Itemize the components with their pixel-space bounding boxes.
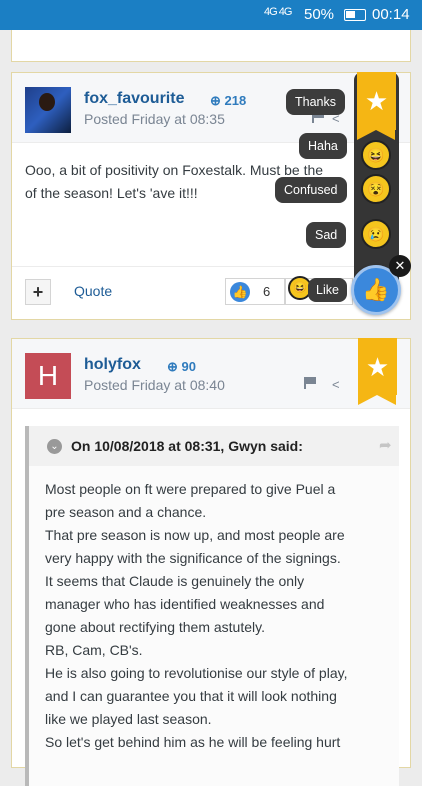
post-holyfox: H holyfox ⊕ 90 Posted Friday at 08:40 < … [11, 338, 411, 786]
quote-text: Most people on ft were prepared to give … [45, 478, 385, 754]
quote-line: like we played last season. [45, 711, 212, 727]
avatar[interactable] [25, 87, 71, 133]
post-header: fox_favourite ⊕ 218 Posted Friday at 08:… [12, 73, 410, 143]
quote-line: RB, Cam, CB's. [45, 642, 143, 658]
username-link[interactable]: fox_favourite [84, 90, 184, 108]
like-reaction-button[interactable]: 😆 Like [285, 276, 353, 305]
plus-circle-icon: ⊕ [210, 93, 225, 108]
quote-attribution: On 10/08/2018 at 08:31, Gwyn said: [71, 438, 303, 454]
quote-line: He is also going to revolutionise our st… [45, 665, 348, 681]
quote-block: ⌄ On 10/08/2018 at 08:31, Gwyn said: ➦ M… [25, 426, 399, 786]
clock: 00:14 [372, 6, 410, 23]
reputation-count: 218 [224, 93, 247, 108]
multiquote-plus-button[interactable]: + [25, 279, 51, 305]
battery-percent: 50% [304, 6, 335, 23]
reaction-count-box[interactable]: 👍 6 [225, 278, 285, 305]
battery-icon [344, 9, 366, 21]
post-timestamp[interactable]: Posted Friday at 08:35 [84, 111, 225, 127]
post-header: H holyfox ⊕ 90 Posted Friday at 08:40 < [12, 339, 410, 409]
thanks-reaction-ribbon[interactable]: ★ [358, 338, 397, 405]
report-flag-icon[interactable] [304, 377, 316, 389]
laughing-emoji-icon[interactable]: 😆 [361, 140, 391, 170]
quote-line: pre season and a chance. [45, 504, 207, 520]
like-thumb-icon: 👍 [230, 282, 250, 302]
share-icon[interactable]: < [332, 377, 340, 392]
quote-line: and I can guarantee you that it will loo… [45, 688, 337, 704]
like-tooltip: Like [308, 278, 347, 302]
signal-indicator: 4G 4G [264, 6, 292, 18]
plus-circle-icon: ⊕ [167, 359, 182, 374]
previous-post-footer [11, 30, 411, 62]
reaction-tooltip-haha: Haha [299, 133, 347, 159]
status-bar: 4G 4G 50% 00:14 [0, 0, 422, 30]
reputation-badge: ⊕ 90 [167, 359, 196, 375]
reaction-tooltip-sad: Sad [306, 222, 347, 248]
chevron-down-icon[interactable]: ⌄ [47, 439, 62, 454]
post-timestamp[interactable]: Posted Friday at 08:40 [84, 377, 225, 393]
quote-line: Most people on ft were prepared to give … [45, 481, 336, 497]
reaction-tooltip-thanks: Thanks [286, 89, 345, 115]
thanks-reaction-ribbon[interactable]: ★ [357, 72, 396, 140]
sad-emoji-icon[interactable]: 😢 [361, 219, 391, 249]
reputation-badge: ⊕ 218 [210, 93, 246, 109]
username-link[interactable]: holyfox [84, 356, 141, 374]
quote-line: very happy with the significance of the … [45, 550, 341, 566]
reaction-tooltip-confused: Confused [275, 177, 347, 203]
quote-line: manager who has identified weaknesses an… [45, 596, 325, 612]
quote-button[interactable]: Quote [74, 283, 112, 299]
avatar[interactable]: H [25, 353, 71, 399]
quote-line: So let's get behind him as he will be fe… [45, 734, 341, 750]
confused-emoji-icon[interactable]: 😵 [361, 174, 391, 204]
close-icon[interactable]: ✕ [389, 255, 411, 277]
quote-header: ⌄ On 10/08/2018 at 08:31, Gwyn said: ➦ [29, 426, 399, 466]
goto-quote-icon[interactable]: ➦ [379, 436, 392, 454]
star-icon: ★ [364, 86, 389, 116]
reputation-count: 90 [181, 359, 196, 374]
like-count: 6 [263, 284, 271, 299]
star-icon: ★ [365, 352, 390, 382]
quote-line: That pre season is now up, and most peop… [45, 527, 345, 543]
quote-line: gone about rectifying them astutely. [45, 619, 265, 635]
quote-line: It seems that Claude is genuinely the on… [45, 573, 305, 589]
